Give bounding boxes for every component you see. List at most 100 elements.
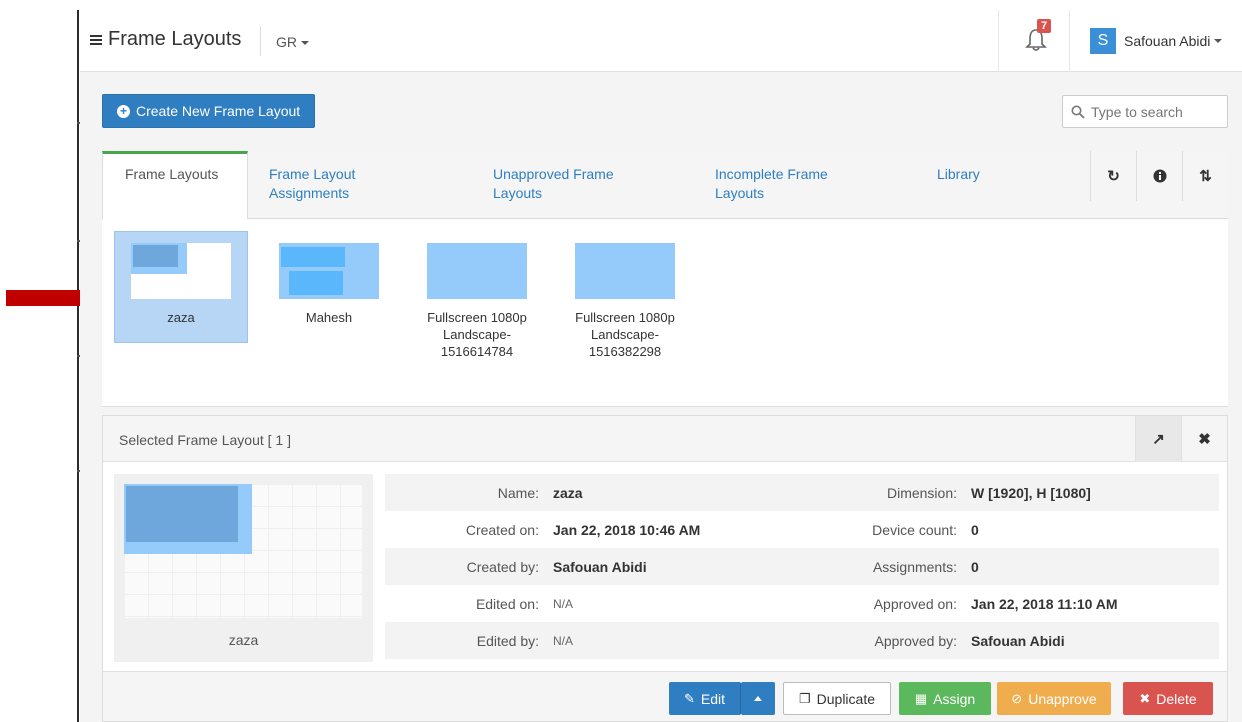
- preview-name: zaza: [228, 632, 259, 648]
- search-icon: [1071, 105, 1085, 119]
- assign-button[interactable]: ▦ Assign: [899, 682, 991, 715]
- pencil-icon: ✎: [683, 690, 695, 706]
- layout-thumbnail[interactable]: Mahesh: [262, 231, 396, 326]
- info-value: Jan 22, 2018 11:10 AM: [971, 595, 1118, 612]
- info-value: N/A: [553, 596, 574, 611]
- info-label: Assignments:: [872, 558, 957, 575]
- create-button-label: Create New Frame Layout: [136, 103, 301, 119]
- tab-library[interactable]: Library: [937, 151, 1007, 219]
- app-title: Frame Layouts: [108, 28, 242, 50]
- ban-icon: ⊘: [1011, 690, 1023, 706]
- refresh-button[interactable]: ↻: [1090, 151, 1136, 201]
- notification-badge: 7: [1037, 19, 1052, 33]
- user-name: Safouan Abidi: [1124, 33, 1211, 49]
- info-label: Name:: [497, 484, 539, 501]
- layout-name: Fullscreen 1080p Landscape- 1516614784: [427, 310, 527, 359]
- close-icon[interactable]: ✖: [1181, 416, 1227, 462]
- layout-info-table: Name: zaza Dimension: W [1920], H [1080]…: [385, 474, 1219, 659]
- info-value: N/A: [553, 633, 574, 648]
- layout-preview: [131, 243, 231, 299]
- create-frame-layout-button[interactable]: + Create New Frame Layout: [102, 94, 316, 128]
- app-window: Frame Layouts GR 7 S Safouan Abidi + Cre…: [80, 10, 1242, 722]
- layout-preview: [575, 243, 675, 299]
- info-value: zaza: [553, 484, 583, 501]
- delete-label: Delete: [1156, 690, 1197, 707]
- unapprove-button[interactable]: ⊘ Unapprove: [997, 682, 1111, 715]
- info-label: Approved on:: [873, 595, 957, 612]
- chevron-up-icon: [754, 696, 762, 701]
- times-icon: ✖: [1139, 690, 1151, 706]
- layout-preview: [279, 243, 379, 299]
- notifications-button[interactable]: 7: [998, 10, 1070, 72]
- info-value: 0: [971, 521, 979, 538]
- tab-frame-layout-assignments[interactable]: Frame Layout Assignments: [269, 151, 379, 219]
- region-dropdown[interactable]: GR: [276, 34, 309, 50]
- info-label: Created by:: [466, 558, 539, 575]
- avatar: S: [1090, 28, 1116, 54]
- page-border-line: [77, 10, 79, 722]
- info-button[interactable]: [1136, 151, 1182, 201]
- header-divider: [260, 26, 261, 56]
- info-label: Device count:: [872, 521, 957, 538]
- app-brand[interactable]: Frame Layouts: [90, 28, 241, 51]
- layout-name: Fullscreen 1080p Landscape- 1516382298: [575, 310, 675, 359]
- top-navbar: Frame Layouts GR 7 S Safouan Abidi: [80, 10, 1242, 72]
- tab-label: Library: [937, 166, 980, 182]
- layout-name: zaza: [167, 310, 195, 325]
- tab-incomplete-frame-layouts[interactable]: Incomplete Frame Layouts: [715, 151, 855, 219]
- tab-label: Frame Layout Assignments: [269, 166, 356, 201]
- info-row: Created by: Safouan Abidi Assignments: 0: [385, 548, 1219, 585]
- edit-button[interactable]: ✎ Edit: [669, 682, 741, 715]
- info-value: Safouan Abidi: [553, 558, 647, 575]
- selected-layout-panel: Selected Frame Layout [ 1 ] ↗ ✖ zaza Nam…: [102, 415, 1228, 722]
- info-row: Edited by: N/A Approved by: Safouan Abid…: [385, 622, 1219, 659]
- layout-name: Mahesh: [305, 310, 353, 325]
- panel-header: Selected Frame Layout [ 1 ] ↗ ✖: [103, 416, 1227, 462]
- tab-actions: ↻ ⇅: [1090, 151, 1228, 201]
- search-box[interactable]: [1062, 95, 1228, 128]
- preview-canvas: [124, 484, 362, 618]
- tab-unapproved-frame-layouts[interactable]: Unapproved Frame Layouts: [493, 151, 633, 219]
- info-label: Edited on:: [475, 595, 539, 612]
- refresh-icon: ↻: [1107, 168, 1120, 185]
- unapprove-label: Unapprove: [1028, 690, 1097, 707]
- edit-dropdown-toggle[interactable]: [741, 682, 775, 715]
- info-label: Dimension:: [886, 484, 957, 501]
- info-row: Name: zaza Dimension: W [1920], H [1080]: [385, 474, 1219, 511]
- calendar-icon: ▦: [914, 690, 928, 706]
- layout-preview: [427, 243, 527, 299]
- page-margin: [0, 0, 80, 722]
- chevron-down-icon: [301, 41, 309, 46]
- duplicate-button[interactable]: ❐ Duplicate: [783, 682, 891, 715]
- info-value: Jan 22, 2018 10:46 AM: [553, 521, 701, 538]
- info-label: Edited by:: [476, 632, 539, 649]
- tab-label: Frame Layouts: [125, 166, 219, 182]
- tab-label: Incomplete Frame Layouts: [715, 166, 828, 201]
- info-icon: [1153, 169, 1166, 183]
- user-menu[interactable]: S Safouan Abidi: [1090, 28, 1223, 54]
- tab-label: Unapproved Frame Layouts: [493, 166, 614, 201]
- search-input[interactable]: [1091, 103, 1211, 120]
- info-row: Created on: Jan 22, 2018 10:46 AM Device…: [385, 511, 1219, 548]
- sort-button[interactable]: ⇅: [1182, 151, 1228, 201]
- hamburger-menu-icon[interactable]: [90, 33, 102, 47]
- edit-label: Edit: [700, 690, 726, 707]
- tab-bar: Frame Layouts Frame Layout Assignments U…: [102, 151, 1228, 220]
- layout-thumbnail[interactable]: zaza: [114, 231, 248, 343]
- frame-layout-gallery: zaza Mahesh Fullscreen 1080p Landscape- …: [102, 219, 1228, 407]
- layout-thumbnail[interactable]: Fullscreen 1080p Landscape- 1516614784: [410, 231, 544, 360]
- panel-footer: ✎ Edit ❐ Duplicate ▦ Assign ⊘ Unapprove …: [103, 671, 1227, 721]
- info-value: 0: [971, 558, 979, 575]
- info-row: Edited on: N/A Approved on: Jan 22, 2018…: [385, 585, 1219, 622]
- info-value: W [1920], H [1080]: [971, 484, 1091, 501]
- sort-icon: ⇅: [1199, 168, 1212, 185]
- assign-label: Assign: [933, 690, 976, 707]
- plus-circle-icon: +: [117, 104, 130, 118]
- pin-icon[interactable]: ↗: [1135, 416, 1181, 462]
- info-label: Approved by:: [874, 632, 958, 649]
- duplicate-label: Duplicate: [816, 690, 876, 707]
- layout-thumbnail[interactable]: Fullscreen 1080p Landscape- 1516382298: [558, 231, 692, 360]
- delete-button[interactable]: ✖ Delete: [1123, 682, 1213, 715]
- region-label: GR: [276, 34, 297, 50]
- tab-frame-layouts[interactable]: Frame Layouts: [102, 151, 248, 220]
